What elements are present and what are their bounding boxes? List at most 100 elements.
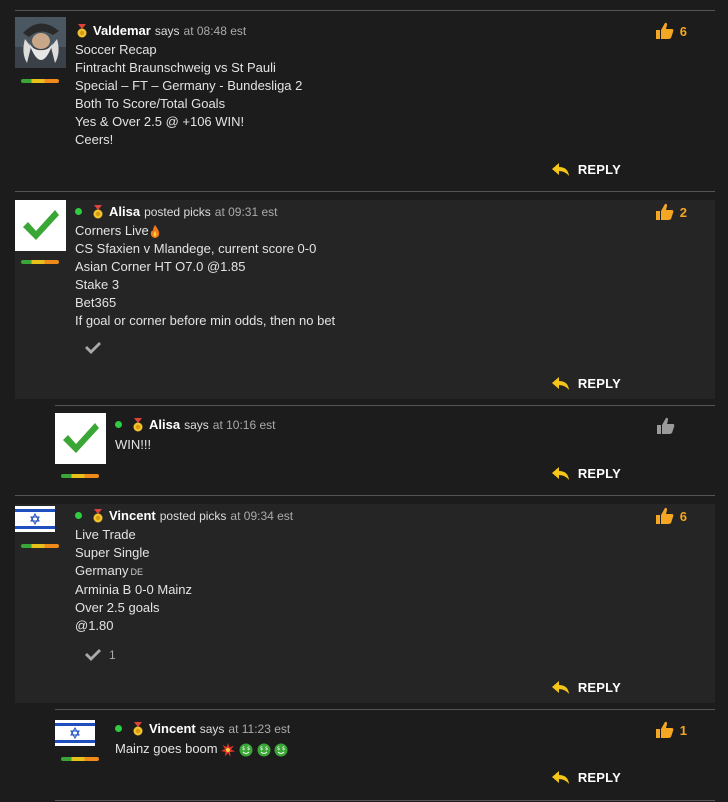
money-face-icon: $ $ — [274, 743, 288, 757]
comment-line: Germany DE — [75, 562, 192, 581]
thumbs-up-icon — [655, 22, 674, 39]
timestamp: at 09:31 est — [214, 204, 278, 219]
online-indicator — [115, 421, 122, 428]
svg-text:$: $ — [260, 746, 263, 752]
like-count: 1 — [679, 722, 687, 738]
reply-label: REPLY — [577, 376, 621, 391]
comment-line: Over 2.5 goals — [75, 600, 160, 615]
online-indicator — [115, 725, 122, 732]
thumbs-up-icon — [657, 417, 675, 434]
reply-arrow-icon — [551, 770, 569, 784]
rank-bar — [61, 474, 99, 478]
comment-body: WIN!!! — [115, 436, 151, 454]
like-button[interactable]: 1 — [654, 721, 687, 739]
like-button[interactable]: 2 — [654, 203, 687, 221]
comment-line: Fintracht Braunschweig vs St Pauli — [75, 60, 276, 75]
online-indicator — [75, 208, 82, 215]
comment-line-text: Mainz goes boom — [115, 741, 218, 756]
online-indicator — [75, 512, 82, 519]
reply-label: REPLY — [577, 680, 621, 695]
comment-header: Vincent posted picks at 09:34 est — [75, 508, 293, 523]
comment-line: Ceers! — [75, 132, 114, 147]
like-count: 6 — [679, 23, 687, 39]
israel-flag-icon — [55, 720, 95, 746]
svg-text:$: $ — [265, 746, 268, 752]
comment-verb: says — [154, 23, 180, 38]
medal-icon — [133, 721, 143, 735]
confirm-pick[interactable] — [85, 342, 101, 354]
avatar[interactable] — [15, 17, 66, 68]
confirm-pick[interactable]: 1 — [85, 648, 116, 662]
comment-line: Yes & Over 2.5 @ +106 WIN! — [75, 114, 245, 129]
author-name[interactable]: Alisa — [109, 204, 140, 219]
like-button[interactable]: 6 — [654, 22, 687, 40]
confirm-count: 1 — [109, 648, 116, 662]
fire-icon — [150, 225, 159, 239]
comment-line: Asian Corner HT O7.0 @1.85 — [75, 259, 246, 274]
rank-bar — [21, 544, 59, 548]
reply-button[interactable]: REPLY — [551, 376, 621, 391]
checkmark-icon — [85, 342, 101, 354]
timestamp: at 08:48 est — [183, 23, 247, 38]
avatar[interactable] — [15, 200, 66, 251]
thumbs-up-icon — [655, 203, 674, 220]
comment-line: @1.80 — [75, 618, 114, 633]
avatar[interactable] — [15, 506, 55, 532]
like-button[interactable]: 6 — [654, 507, 687, 525]
timestamp: at 09:34 est — [230, 508, 294, 523]
comment-body: Corners Live CS Sfaxien v Mlandege, curr… — [75, 222, 335, 330]
comment-line: Special – FT – Germany - Bundesliga 2 — [75, 78, 303, 93]
reply-arrow-icon — [551, 466, 569, 480]
author-name[interactable]: Vincent — [109, 508, 156, 523]
comment-verb: says — [184, 417, 209, 432]
comment-body: Mainz goes boom $ $ $ $ $ $ — [115, 740, 288, 758]
like-button[interactable] — [655, 417, 675, 435]
comment-line: Bet365 — [75, 295, 117, 310]
collision-icon — [221, 742, 236, 757]
svg-text:$: $ — [242, 746, 245, 752]
comment-vincent-picks: Vincent posted picks at 09:34 est Live T… — [15, 495, 715, 709]
country-code: DE — [130, 567, 143, 577]
timestamp: at 11:23 est — [228, 721, 291, 736]
comment-line: Stake 3 — [75, 277, 120, 292]
comment-valdemar: Valdemar says at 08:48 est Soccer Recap … — [15, 10, 715, 191]
money-face-icon: $ $ — [239, 743, 253, 757]
comment-header: Valdemar says at 08:48 est — [75, 23, 246, 38]
reply-label: REPLY — [577, 162, 621, 177]
avatar[interactable] — [55, 413, 106, 464]
like-count: 2 — [679, 204, 687, 220]
comment-line: If goal or corner before min odds, then … — [75, 313, 336, 328]
like-count: 6 — [679, 508, 687, 524]
comment-verb: posted picks — [144, 204, 211, 219]
comment-body: Live Trade Super Single Germany DE Armini… — [75, 526, 192, 635]
author-name[interactable]: Alisa — [149, 417, 180, 432]
comment-line: Soccer Recap — [75, 42, 157, 57]
reply-arrow-icon — [551, 680, 569, 694]
author-name[interactable]: Vincent — [149, 721, 196, 736]
comment-line: Live Trade — [75, 527, 136, 542]
israel-flag-icon — [15, 506, 55, 532]
timestamp: at 10:16 est — [212, 417, 276, 432]
reply-label: REPLY — [577, 466, 621, 481]
reply-arrow-icon — [551, 162, 569, 176]
comment-body: Soccer Recap Fintracht Braunschweig vs S… — [75, 41, 302, 149]
comment-line: Arminia B 0-0 Mainz — [75, 582, 193, 597]
reply-button[interactable]: REPLY — [551, 466, 621, 481]
money-face-icon: $ $ — [257, 743, 270, 757]
comment-verb: posted picks — [159, 508, 227, 523]
comment-header: Alisa says at 10:16 est — [115, 417, 275, 432]
svg-text:$: $ — [282, 746, 285, 752]
reply-button[interactable]: REPLY — [551, 770, 621, 785]
comment-alisa-reply: Alisa says at 10:16 est WIN!!! REPLY — [55, 405, 715, 495]
comment-line: Both To Score/Total Goals — [75, 96, 226, 111]
author-name[interactable]: Valdemar — [93, 23, 151, 38]
reply-button[interactable]: REPLY — [551, 680, 621, 695]
reply-label: REPLY — [577, 770, 621, 785]
comment-header: Alisa posted picks at 09:31 est — [75, 204, 278, 219]
thumbs-up-icon — [655, 507, 674, 524]
rank-bar — [21, 79, 59, 83]
medal-icon — [93, 204, 103, 218]
reply-button[interactable]: REPLY — [551, 162, 621, 177]
thumbs-up-icon — [655, 721, 674, 738]
avatar[interactable] — [55, 720, 95, 746]
